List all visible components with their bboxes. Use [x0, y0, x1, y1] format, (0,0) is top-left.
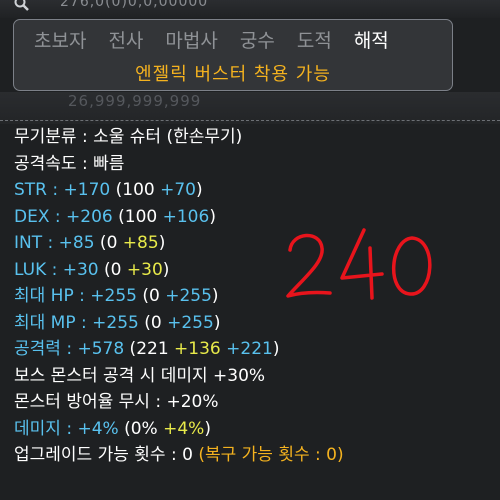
stat-str-bonus: +70: [160, 180, 196, 200]
stat-hp-close: ): [211, 286, 219, 306]
stat-mp-close: ): [213, 312, 221, 333]
stat-str-label: STR : +170: [14, 180, 111, 200]
job-list: 초보자 전사 마법사 궁수 도적 해적: [34, 26, 389, 53]
job-pirate: 해적: [353, 30, 389, 52]
stat-attack-speed: 공격속도 : 빠름: [14, 153, 125, 174]
stat-dmg-open: (0%: [118, 418, 164, 439]
stat-ignore-defense: 몬스터 방어율 무시 : +20%: [14, 392, 219, 412]
stat-dex-open: (100: [112, 206, 163, 227]
handwritten-annotation: [286, 228, 432, 300]
stat-mp-label: 최대 MP : +255: [14, 312, 139, 333]
job-archer: 궁수: [239, 30, 275, 52]
stat-damage: 데미지 : +4% (0% +4%): [14, 416, 494, 443]
stat-attack-power: 공격력 : +578 (221 +136 +221): [14, 336, 494, 363]
job-magician: 마법사: [165, 30, 218, 52]
job-beginner: 초보자: [34, 30, 87, 52]
equip-badge: 엔젤릭 버스터 착용 가능: [135, 64, 331, 85]
faded-header-text: 276,0(0)0,0,00000: [60, 0, 209, 10]
dashed-divider: [0, 120, 500, 121]
job-thief: 도적: [296, 30, 332, 52]
stat-hp-label: 최대 HP : +255: [14, 286, 137, 306]
stat-int-close: ): [158, 233, 166, 253]
stat-dex-close: ): [209, 206, 216, 227]
stat-mp-bonus: +255: [167, 312, 214, 333]
job-warrior: 전사: [108, 30, 144, 52]
handwritten-digit-2: [286, 233, 332, 298]
stat-luk-open: (0: [98, 259, 127, 280]
stat-dmg-bonus: +4%: [163, 418, 205, 439]
stat-dmg-close: ): [204, 418, 211, 439]
stat-str-open: (100: [110, 180, 161, 200]
stat-boss-damage: 보스 몬스터 공격 시 데미지 +30%: [14, 365, 266, 386]
stat-luk-close: ): [162, 259, 170, 280]
faded-value-text: 26,999,999,999: [68, 92, 202, 110]
stat-upgrade-label: 업그레이드 가능 횟수 : 0: [14, 445, 199, 465]
stat-str: STR : +170 (100 +70): [14, 177, 494, 204]
stat-upgrade-recover: (복구 가능 횟수 : 0): [198, 445, 344, 465]
stat-luk-bonus: +30: [126, 259, 163, 280]
stat-luk-label: LUK : +30: [14, 259, 99, 280]
separator-band: 26,999,999,999: [0, 92, 500, 124]
stat-dmg-label: 데미지 : +4%: [14, 418, 119, 439]
stat-str-close: ): [196, 180, 203, 200]
stat-weapon-category: 무기분류 : 소울 슈터 (한손무기): [14, 127, 243, 147]
top-strip: 276,0(0)0,0,00000: [0, 0, 500, 18]
stat-max-mp: 최대 MP : +255 (0 +255): [14, 310, 494, 337]
stat-atk-open: (221: [124, 339, 175, 359]
stat-atk-bonus-cyan: +221: [220, 339, 273, 359]
handwritten-digit-4: [340, 228, 384, 300]
stat-atk-close: ): [272, 339, 280, 359]
stat-upgrades: 업그레이드 가능 횟수 : 0 (복구 가능 횟수 : 0): [14, 442, 494, 469]
stat-mp-open: (0: [138, 312, 168, 333]
stat-int-label: INT : +85: [14, 233, 95, 253]
stat-atk-bonus-yellow: +136: [174, 339, 221, 359]
stat-dex-bonus: +106: [162, 206, 210, 227]
stat-hp-open: (0: [136, 286, 166, 306]
stat-int-open: (0: [94, 233, 123, 253]
stat-atk-label: 공격력 : +578: [14, 339, 125, 359]
magnifier-icon: [14, 0, 29, 11]
job-requirement-box: 초보자 전사 마법사 궁수 도적 해적 엔젤릭 버스터 착용 가능: [13, 19, 453, 91]
stat-dex-label: DEX : +206: [14, 206, 113, 227]
handwritten-digit-0: [392, 236, 432, 296]
stat-hp-bonus: +255: [165, 286, 212, 306]
stat-int-bonus: +85: [122, 233, 159, 253]
